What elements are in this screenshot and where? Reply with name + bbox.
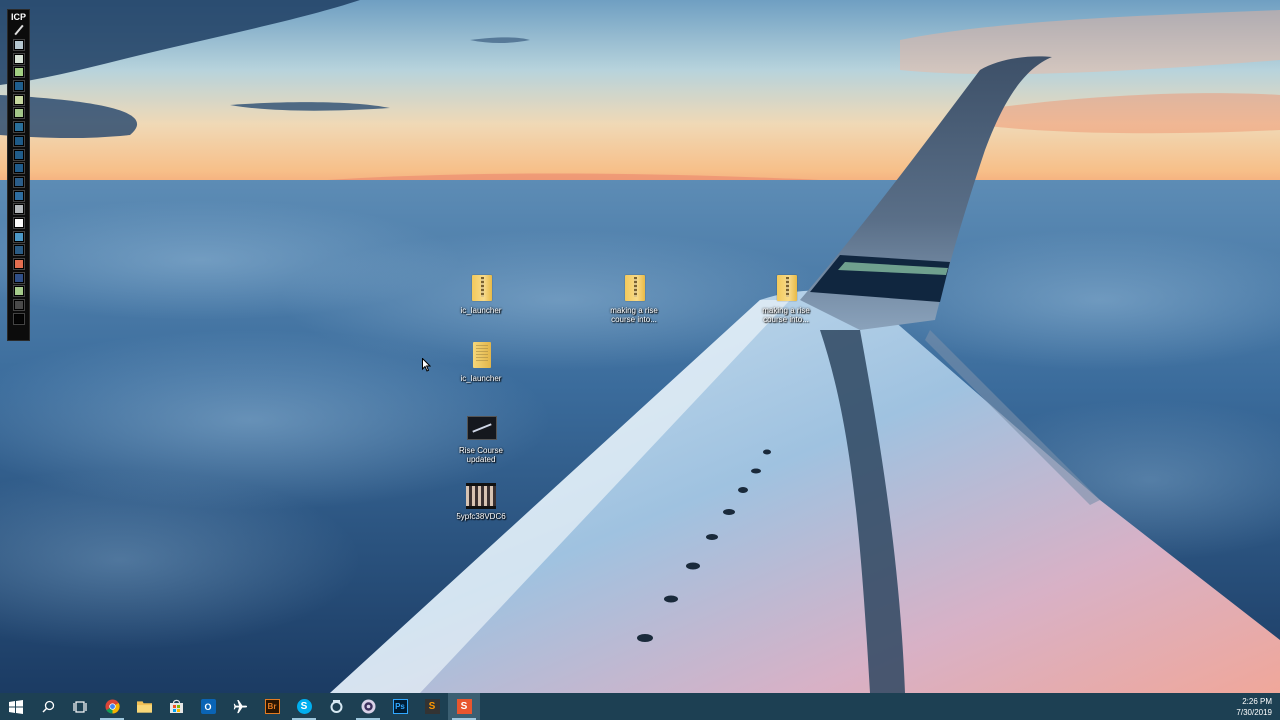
bridge-icon: Br bbox=[264, 699, 280, 714]
circle-app-icon bbox=[361, 699, 376, 714]
desktop-icon-ic-launcher-zip[interactable]: ic_launcher bbox=[449, 272, 513, 315]
desktop-icon-label: making a rise course into... bbox=[762, 306, 810, 324]
color-swatch[interactable] bbox=[12, 244, 25, 257]
palette-title: ICP bbox=[10, 12, 26, 22]
pen-tool-icon[interactable] bbox=[13, 25, 24, 36]
taskbar: O Br S Ps S S 2:26 PM 7/30/2019 bbox=[0, 693, 1280, 720]
media-button[interactable] bbox=[352, 693, 384, 720]
chrome-button[interactable] bbox=[96, 693, 128, 720]
chrome-icon bbox=[104, 699, 120, 714]
ring-icon bbox=[329, 699, 344, 714]
color-swatch[interactable] bbox=[12, 39, 25, 51]
color-swatch[interactable] bbox=[12, 271, 25, 284]
color-swatch[interactable] bbox=[12, 189, 25, 202]
skype-icon: S bbox=[296, 699, 312, 714]
palette-swatches bbox=[8, 39, 29, 325]
color-swatch[interactable] bbox=[12, 107, 25, 120]
windows-logo-icon bbox=[9, 699, 24, 714]
color-swatch[interactable] bbox=[12, 299, 25, 312]
desktop-wallpaper bbox=[0, 0, 1280, 693]
storyline-button[interactable]: S bbox=[448, 693, 480, 720]
search-button[interactable] bbox=[32, 693, 64, 720]
zip-folder-icon bbox=[770, 272, 802, 304]
color-swatch[interactable] bbox=[12, 134, 25, 147]
start-button[interactable] bbox=[0, 693, 32, 720]
sublime-icon: S bbox=[424, 699, 440, 714]
color-swatch[interactable] bbox=[12, 312, 25, 325]
bridge-button[interactable]: Br bbox=[256, 693, 288, 720]
color-swatch[interactable] bbox=[12, 285, 25, 298]
color-swatch[interactable] bbox=[12, 121, 25, 134]
system-clock[interactable]: 2:26 PM 7/30/2019 bbox=[1236, 693, 1272, 720]
photoshop-icon: Ps bbox=[392, 699, 408, 714]
clock-time: 2:26 PM bbox=[1242, 696, 1272, 706]
document-folder-icon bbox=[465, 340, 497, 372]
desktop-icon-label: making a rise course into... bbox=[610, 306, 658, 324]
zip-folder-icon bbox=[465, 272, 497, 304]
app-button[interactable] bbox=[320, 693, 352, 720]
color-swatch[interactable] bbox=[12, 52, 25, 65]
store-icon bbox=[169, 699, 184, 714]
wallpaper-image bbox=[0, 0, 1280, 693]
photoshop-button[interactable]: Ps bbox=[384, 693, 416, 720]
color-swatch[interactable] bbox=[12, 80, 25, 93]
image-file-icon bbox=[465, 478, 497, 510]
color-swatch[interactable] bbox=[12, 148, 25, 161]
color-swatch[interactable] bbox=[12, 258, 25, 270]
skype-button[interactable]: S bbox=[288, 693, 320, 720]
color-swatch[interactable] bbox=[12, 216, 25, 229]
video-file-icon bbox=[465, 412, 497, 444]
clock-date: 7/30/2019 bbox=[1236, 707, 1272, 717]
desktop-icon-label: ic_launcher bbox=[460, 374, 502, 383]
outlook-icon: O bbox=[200, 699, 216, 714]
desktop-icon-label: ic_launcher bbox=[460, 306, 502, 315]
desktop-icon-rise-course-updated[interactable]: Rise Course updated bbox=[449, 412, 513, 464]
zip-folder-icon bbox=[618, 272, 650, 304]
desktop-icon-5ypfc38vdc6[interactable]: 5ypfc38VDC6 bbox=[449, 478, 513, 521]
icp-color-palette: ICP bbox=[7, 9, 30, 341]
desktop-icon-label: 5ypfc38VDC6 bbox=[456, 512, 506, 521]
desktop-icon-label: Rise Course updated bbox=[458, 446, 503, 464]
desktop-icon-making-rise-course-1[interactable]: making a rise course into... bbox=[602, 272, 666, 324]
color-swatch[interactable] bbox=[12, 230, 25, 243]
color-swatch[interactable] bbox=[12, 93, 25, 106]
color-swatch[interactable] bbox=[12, 175, 25, 188]
store-button[interactable] bbox=[160, 693, 192, 720]
outlook-button[interactable]: O bbox=[192, 693, 224, 720]
airplane-app-button[interactable] bbox=[224, 693, 256, 720]
airplane-icon bbox=[233, 699, 248, 714]
desktop-icon-making-rise-course-2[interactable]: making a rise course into... bbox=[754, 272, 818, 324]
task-view-button[interactable] bbox=[64, 693, 96, 720]
color-swatch[interactable] bbox=[12, 203, 25, 216]
task-view-icon bbox=[73, 699, 88, 714]
sublime-button[interactable]: S bbox=[416, 693, 448, 720]
storyline-icon: S bbox=[456, 699, 472, 714]
file-explorer-button[interactable] bbox=[128, 693, 160, 720]
search-icon bbox=[41, 699, 56, 714]
desktop-icon-ic-launcher-folder[interactable]: ic_launcher bbox=[449, 340, 513, 383]
color-swatch[interactable] bbox=[12, 162, 25, 175]
folder-icon bbox=[136, 699, 152, 714]
color-swatch[interactable] bbox=[12, 66, 25, 79]
